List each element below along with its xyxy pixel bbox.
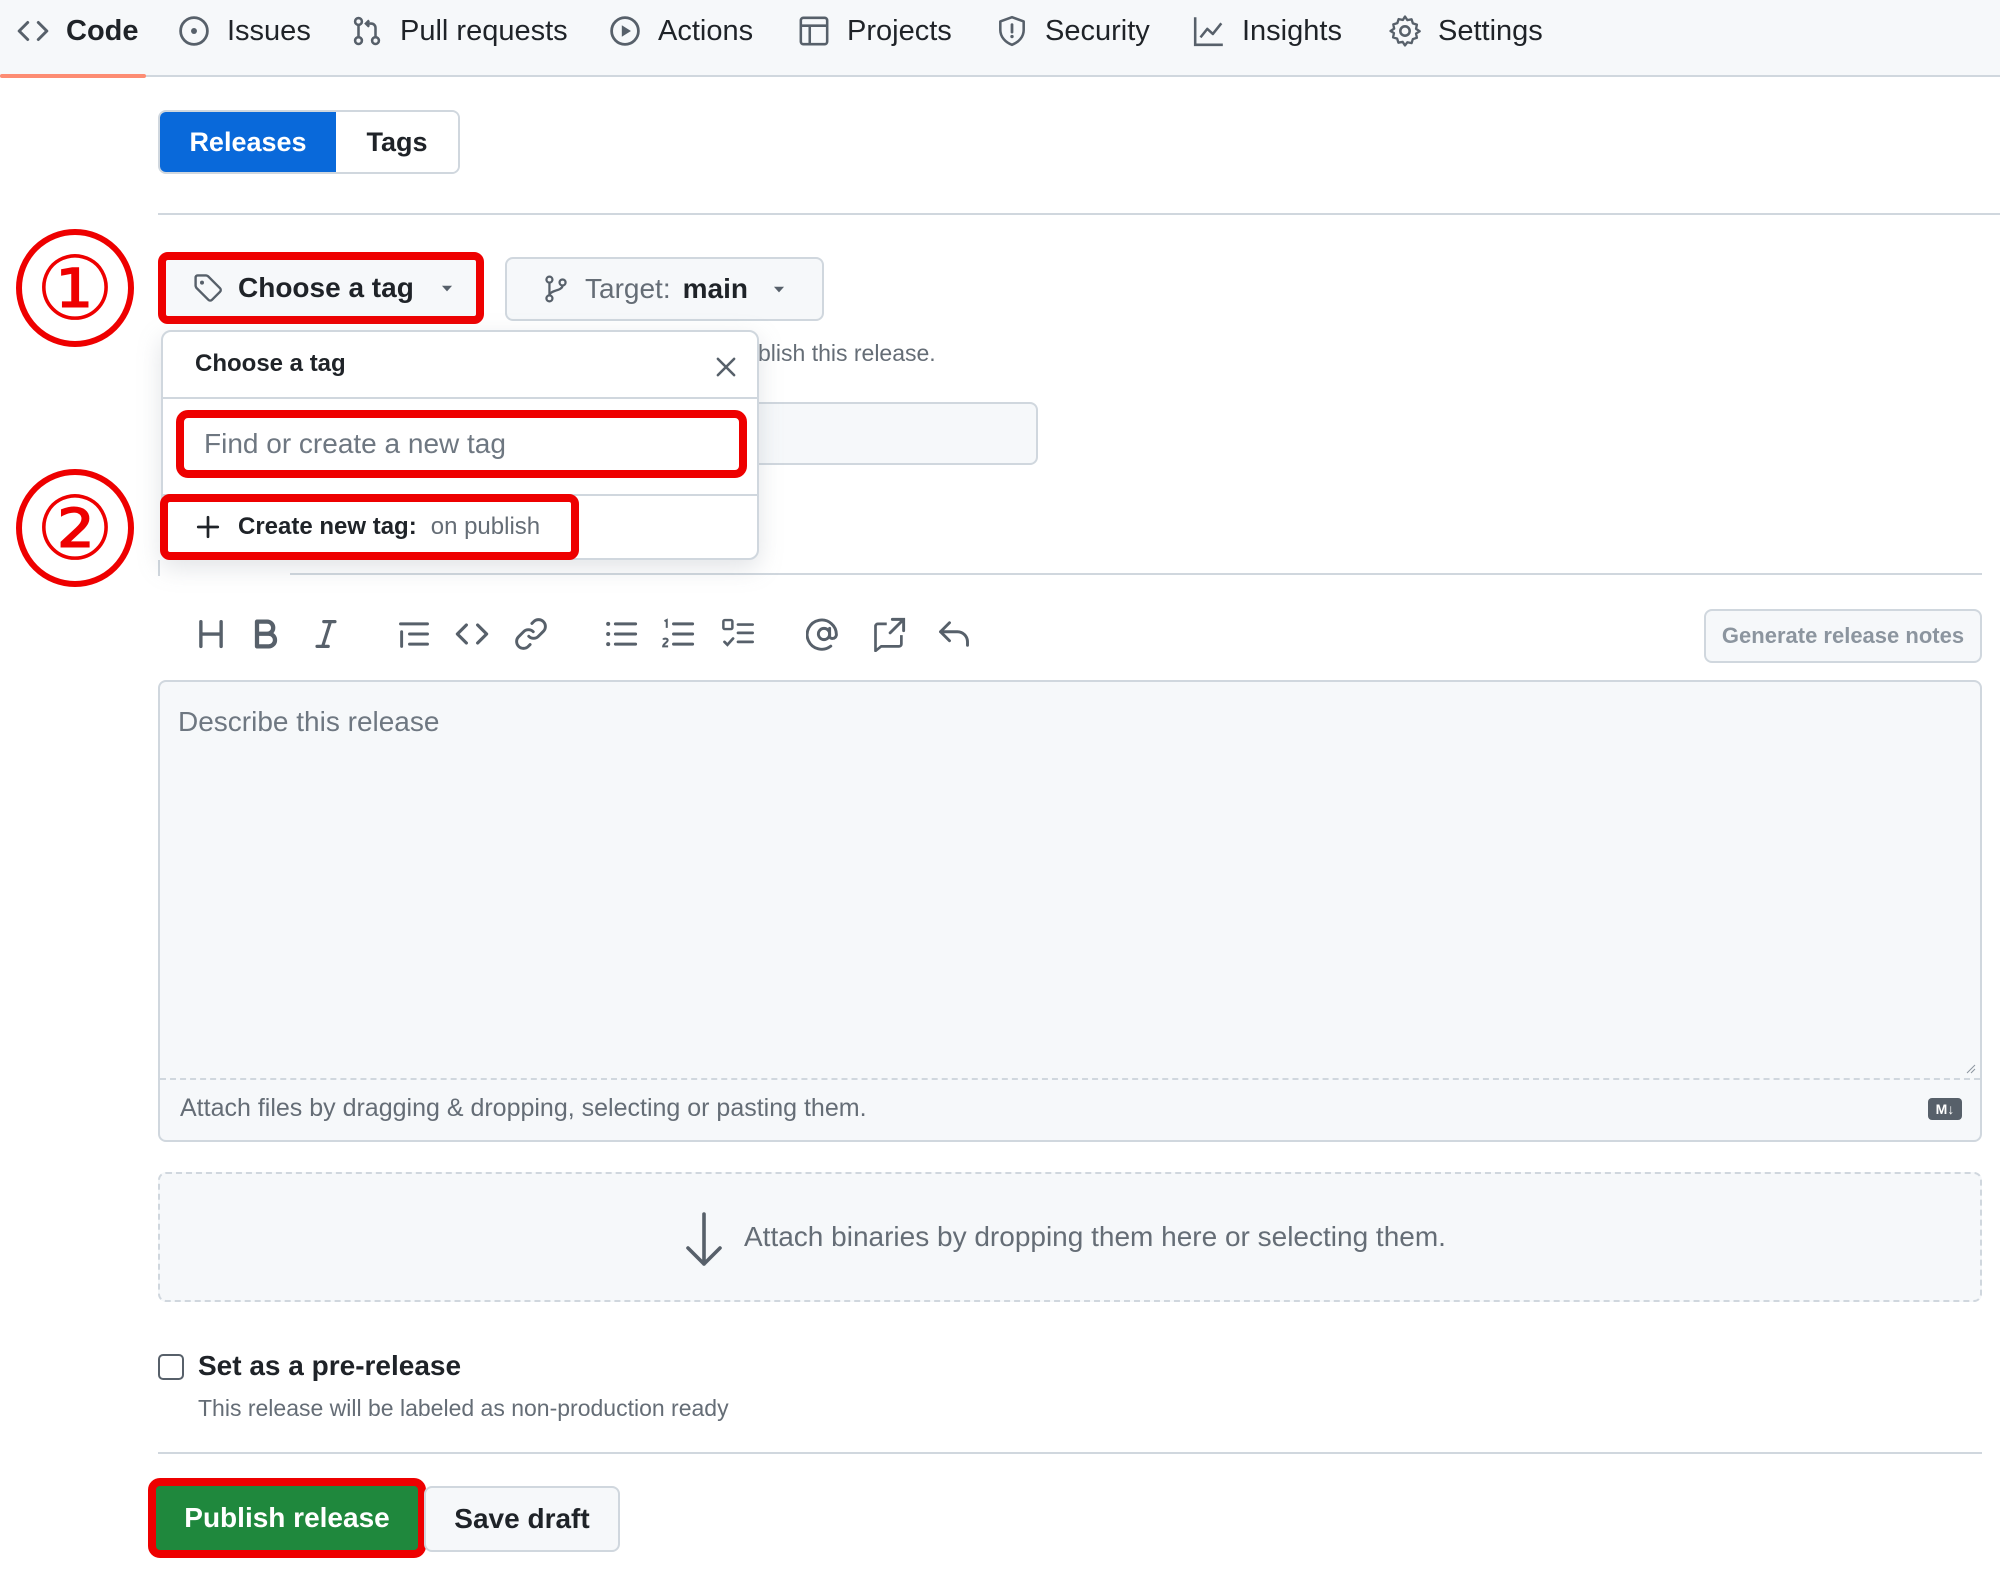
- shield-icon: [999, 15, 1025, 47]
- repo-nav: Code Issues Pull requests Actions Projec…: [0, 0, 2000, 78]
- release-description-editor[interactable]: Describe this release Attach files by dr…: [158, 680, 1982, 1142]
- target-prefix: Target:: [585, 273, 671, 304]
- close-icon[interactable]: [713, 354, 739, 380]
- plus-icon: [196, 515, 220, 539]
- description-placeholder: Describe this release: [178, 706, 440, 737]
- nav-tab-actions[interactable]: Actions: [608, 0, 753, 62]
- tag-search-input[interactable]: Find or create a new tag: [176, 410, 747, 478]
- prerelease-label: Set as a pre-release: [198, 1350, 462, 1381]
- nav-tab-insights[interactable]: Insights: [1192, 0, 1342, 62]
- git-pull-request-icon: [353, 16, 381, 46]
- nav-tab-security[interactable]: Security: [995, 0, 1150, 62]
- heading-icon[interactable]: [193, 616, 229, 652]
- link-icon[interactable]: [513, 616, 549, 652]
- markdown-icon: M↓: [1928, 1098, 1962, 1120]
- nav-tab-label: Insights: [1242, 14, 1342, 47]
- tab-releases[interactable]: Releases: [160, 112, 336, 172]
- git-branch-icon: [545, 275, 567, 303]
- tag-search-placeholder: Find or create a new tag: [204, 428, 506, 459]
- step-1-annotation: ①: [16, 229, 134, 347]
- nav-tab-label: Settings: [1438, 14, 1543, 47]
- create-tag-label: Create new tag:: [238, 513, 417, 540]
- task-list-icon[interactable]: [720, 616, 756, 652]
- table-icon: [799, 16, 829, 46]
- nav-tab-projects[interactable]: Projects: [797, 0, 952, 62]
- issue-opened-icon: [179, 16, 209, 46]
- choose-tag-label: Choose a tag: [238, 272, 414, 303]
- target-branch-button[interactable]: Target: main: [505, 257, 824, 321]
- attach-files-bar[interactable]: Attach files by dragging & dropping, sel…: [160, 1078, 1980, 1140]
- choose-tag-button[interactable]: Choose a tag: [158, 252, 484, 324]
- ordered-list-icon[interactable]: [660, 616, 696, 652]
- graph-icon: [1193, 17, 1223, 47]
- create-new-tag-option[interactable]: Create new tag: on publish: [160, 494, 579, 560]
- triangle-down-icon: [441, 285, 452, 292]
- attach-binaries-dropzone[interactable]: Attach binaries by dropping them here or…: [158, 1172, 1982, 1302]
- step-2-annotation: ②: [16, 469, 134, 587]
- code-icon[interactable]: [454, 616, 490, 652]
- create-tag-suffix: on publish: [430, 513, 541, 540]
- resize-handle-icon[interactable]: [1964, 1062, 1976, 1074]
- divider: [158, 213, 2000, 215]
- play-icon: [610, 16, 640, 46]
- releases-tags-toggle: Releases Tags: [158, 110, 460, 174]
- unordered-list-icon[interactable]: [603, 616, 639, 652]
- generate-release-notes-button[interactable]: Generate release notes: [1704, 609, 1982, 663]
- nav-tab-label: Projects: [847, 14, 952, 47]
- popover-title: Choose a tag: [195, 350, 346, 377]
- nav-tab-label: Issues: [227, 14, 311, 47]
- divider: [158, 1452, 1982, 1454]
- publish-release-button[interactable]: Publish release: [148, 1478, 426, 1558]
- gear-icon: [1389, 15, 1421, 47]
- mention-icon[interactable]: [806, 616, 842, 652]
- nav-tab-pull-requests[interactable]: Pull requests: [350, 0, 568, 62]
- nav-tab-label: Security: [1045, 14, 1150, 47]
- dropzone-text: Attach binaries by dropping them here or…: [744, 1221, 1446, 1252]
- reply-icon[interactable]: [936, 616, 972, 652]
- nav-tab-code[interactable]: Code: [16, 0, 139, 62]
- attach-files-hint: Attach files by dragging & dropping, sel…: [180, 1094, 867, 1122]
- triangle-down-icon: [773, 286, 785, 293]
- cross-reference-icon[interactable]: [871, 616, 907, 652]
- tab-tags[interactable]: Tags: [336, 112, 458, 172]
- prerelease-hint: This release will be labeled as non-prod…: [198, 1395, 729, 1421]
- tab-border: [158, 560, 160, 576]
- code-icon: [17, 21, 49, 41]
- italic-icon[interactable]: [308, 616, 344, 652]
- quote-icon[interactable]: [396, 616, 432, 652]
- prerelease-checkbox[interactable]: [158, 1354, 184, 1380]
- arrow-down-icon: [686, 1212, 722, 1266]
- nav-tab-settings[interactable]: Settings: [1388, 0, 1543, 62]
- nav-tab-label: Actions: [658, 14, 754, 47]
- tag-hint-text: blish this release.: [758, 340, 936, 366]
- popover-divider: [163, 397, 757, 399]
- target-branch: main: [682, 273, 748, 304]
- save-draft-button[interactable]: Save draft: [424, 1486, 620, 1552]
- nav-tab-issues[interactable]: Issues: [177, 0, 311, 62]
- active-tab-underline: [0, 74, 146, 78]
- tag-icon: [194, 274, 222, 302]
- divider: [290, 573, 1982, 575]
- nav-tab-label: Pull requests: [400, 14, 568, 47]
- nav-tab-label: Code: [66, 14, 139, 47]
- bold-icon[interactable]: [248, 616, 284, 652]
